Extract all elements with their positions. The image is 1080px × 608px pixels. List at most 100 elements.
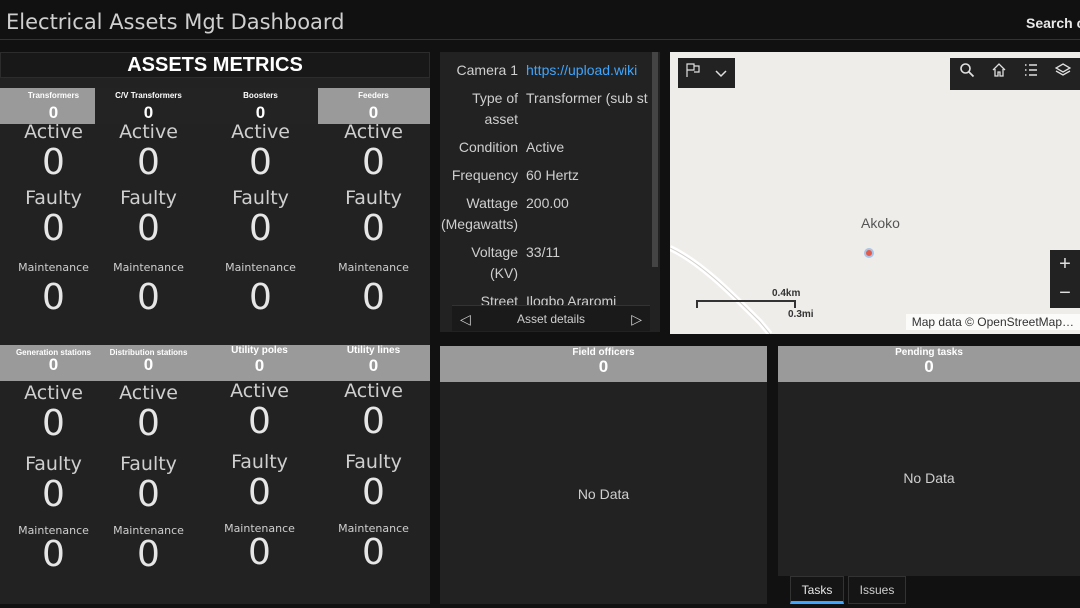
home-icon[interactable]: [984, 58, 1014, 90]
maintenance-label: Maintenance: [113, 261, 184, 274]
detail-value: Transformer (sub st: [526, 90, 648, 106]
detail-key: Camera 1: [456, 62, 518, 78]
metric-column-transformers: Transformers 0 Active 0 Faulty 0 Mainten…: [0, 88, 107, 318]
maintenance-count: 0: [362, 277, 385, 318]
metric-column-cv-transformers: C/V Transformers 0 Active 0 Faulty 0 Mai…: [95, 88, 202, 318]
asset-details-footer: ◁ Asset details ▷: [452, 305, 650, 331]
maintenance-label: Maintenance: [338, 261, 409, 274]
active-label: Active: [119, 121, 178, 143]
active-count: 0: [137, 403, 160, 444]
detail-key: Frequency: [451, 167, 518, 183]
active-count: 0: [42, 142, 65, 183]
dashboard-title: Electrical Assets Mgt Dashboard: [6, 10, 345, 34]
category-label: Utility lines: [346, 345, 401, 356]
faulty-label: Faulty: [232, 187, 289, 209]
category-count: 0: [48, 103, 59, 122]
faulty-label: Faulty: [25, 187, 82, 209]
asset-details-list: Camera 1 https://upload.wiki Type of ass…: [440, 60, 650, 319]
active-label: Active: [344, 121, 403, 143]
maintenance-count: 0: [137, 277, 160, 318]
map-toolbar-left: [678, 58, 735, 88]
faulty-label: Faulty: [231, 451, 288, 473]
zoom-in-button[interactable]: +: [1050, 250, 1080, 279]
detail-key: Condition: [458, 139, 518, 155]
maintenance-count: 0: [362, 532, 385, 573]
prev-arrow-icon[interactable]: ◁: [460, 306, 471, 332]
asset-details-label: Asset details: [516, 312, 586, 326]
asset-details-panel: Camera 1 https://upload.wiki Type of ass…: [440, 52, 660, 332]
maintenance-count: 0: [248, 532, 271, 573]
faulty-count: 0: [249, 208, 272, 249]
detail-row: Voltage (KV) 33/11: [440, 242, 650, 284]
maintenance-count: 0: [42, 534, 65, 575]
faulty-label: Faulty: [120, 453, 177, 475]
category-count: 0: [48, 355, 59, 374]
scale-mi-label: 0.3mi: [788, 309, 814, 320]
map-view[interactable]: Akoko + − 0.4km 0.3mi Map data © OpenStr…: [670, 52, 1080, 334]
detail-value: Active: [526, 139, 565, 155]
detail-key: Voltage (KV): [471, 244, 518, 281]
chevron-down-icon[interactable]: [706, 58, 736, 90]
legend-icon[interactable]: [1016, 58, 1046, 90]
map-place-label: Akoko: [861, 215, 900, 231]
maintenance-label: Maintenance: [225, 261, 296, 274]
zoom-controls: + −: [1050, 250, 1080, 308]
map-scale-bar: [696, 300, 796, 308]
camera-link[interactable]: https://upload.wiki: [526, 60, 650, 81]
next-arrow-icon[interactable]: ▷: [631, 306, 642, 332]
active-count: 0: [249, 142, 272, 183]
map-roads: [670, 245, 773, 334]
maintenance-count: 0: [249, 277, 272, 318]
category-count: 0: [143, 103, 154, 122]
zoom-out-button[interactable]: −: [1050, 279, 1080, 308]
field-officers-panel: Field officers 0 No Data: [440, 346, 767, 604]
detail-row: Type of asset Transformer (sub st: [440, 88, 650, 130]
field-officers-header: Field officers 0: [440, 346, 767, 382]
detail-row: Frequency 60 Hertz: [440, 165, 650, 186]
active-count: 0: [248, 401, 271, 442]
header-divider: [0, 39, 1080, 40]
map-attribution[interactable]: Map data © OpenStreetMap…: [905, 314, 1080, 330]
metric-column-utility-lines: Utility lines 0 Active 0 Faulty 0 Mainte…: [320, 345, 427, 573]
map-toolbar-right: [950, 58, 1080, 90]
asset-location-pin[interactable]: [864, 248, 874, 258]
category-count: 0: [255, 103, 266, 122]
active-count: 0: [42, 403, 65, 444]
search-icon[interactable]: [952, 58, 982, 90]
pending-tasks-empty: No Data: [903, 470, 955, 486]
tab-tasks[interactable]: Tasks: [790, 576, 844, 604]
faulty-label: Faulty: [25, 453, 82, 475]
search-button[interactable]: Search c: [1026, 15, 1080, 31]
field-officers-count: 0: [598, 357, 609, 376]
maintenance-count: 0: [137, 534, 160, 575]
field-officers-empty: No Data: [577, 486, 630, 502]
faulty-label: Faulty: [345, 187, 402, 209]
tab-issues[interactable]: Issues: [848, 576, 906, 604]
category-count: 0: [143, 355, 154, 374]
detail-value: 33/11: [526, 244, 560, 260]
scale-km-label: 0.4km: [772, 288, 801, 299]
detail-key: Type of asset: [472, 90, 518, 127]
category-count: 0: [368, 103, 379, 122]
active-label: Active: [119, 382, 178, 404]
metric-column-distribution-stations: Distribution stations 0 Active 0 Faulty …: [95, 345, 202, 575]
faulty-count: 0: [362, 472, 385, 513]
faulty-count: 0: [42, 208, 65, 249]
top-bar: Electrical Assets Mgt Dashboard Search c: [0, 0, 1080, 46]
faulty-count: 0: [137, 208, 160, 249]
pending-tasks-panel: Pending tasks 0 No Data: [778, 346, 1080, 576]
maintenance-count: 0: [42, 277, 65, 318]
detail-value: 60 Hertz: [526, 167, 579, 183]
faulty-count: 0: [42, 474, 65, 515]
active-count: 0: [362, 401, 385, 442]
faulty-label: Faulty: [345, 451, 402, 473]
active-count: 0: [362, 142, 385, 183]
details-scrollbar[interactable]: [652, 52, 658, 267]
detail-row: Condition Active: [440, 137, 650, 158]
detail-key: Wattage (Megawatts): [440, 195, 518, 232]
active-label: Active: [24, 121, 83, 143]
active-count: 0: [137, 142, 160, 183]
bookmark-icon[interactable]: [678, 58, 708, 90]
layers-icon[interactable]: [1048, 58, 1078, 90]
category-label: Utility poles: [231, 345, 288, 356]
